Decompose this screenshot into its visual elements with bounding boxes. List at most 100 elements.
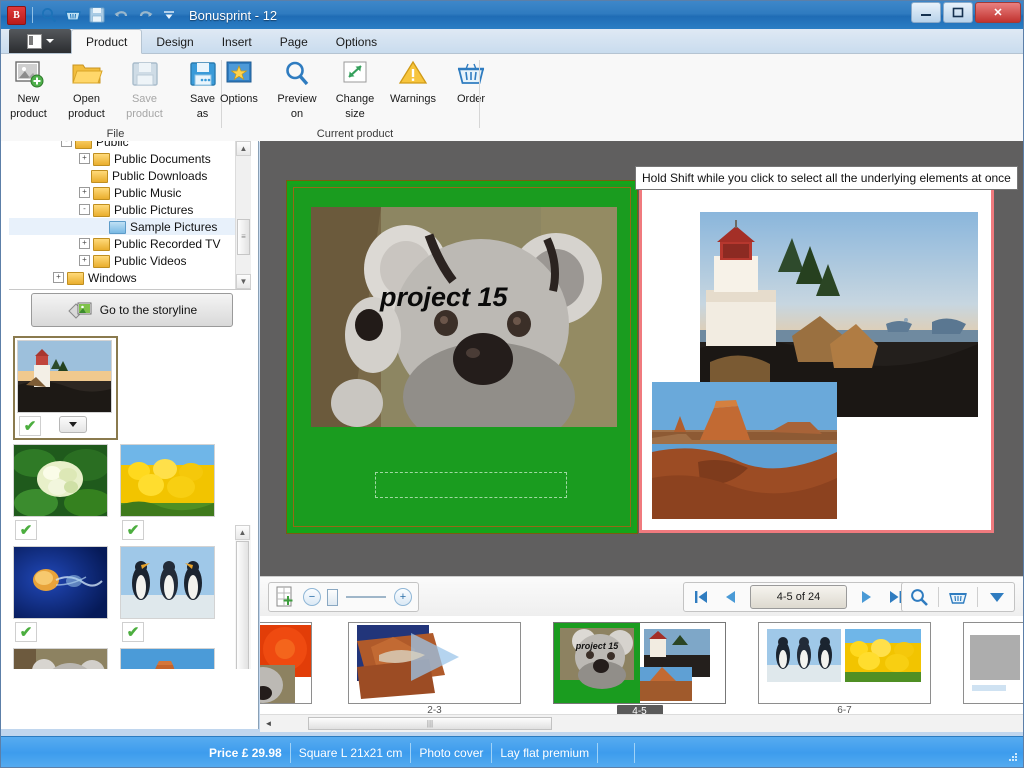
change-size-button[interactable]: Change size (326, 58, 384, 120)
strip-scroll-left-icon[interactable]: ◄ (262, 717, 275, 730)
tree-row-windows[interactable]: + Windows (9, 269, 236, 286)
photo-thumbnail-tulips[interactable]: ✔ (120, 444, 219, 542)
application-menu-button[interactable] (9, 29, 71, 53)
open-product-button[interactable]: Open product (58, 58, 116, 120)
search-icon[interactable] (39, 5, 59, 25)
page-strip-item-4-5[interactable]: project 15 4-5 (553, 622, 726, 714)
tree-expander[interactable]: + (53, 272, 64, 283)
tree-expander[interactable]: + (79, 153, 90, 164)
page-right[interactable] (639, 181, 994, 533)
tree-row-public[interactable]: - Public (9, 141, 236, 150)
options-button[interactable]: Options (210, 58, 268, 105)
page-indicator[interactable]: 4-5 of 24 (750, 585, 847, 609)
photo-thumbnail-jellyfish[interactable]: ✔ (13, 546, 112, 644)
scroll-up-icon[interactable]: ▲ (236, 141, 251, 156)
close-button[interactable]: ✕ (975, 2, 1021, 23)
page-thumbnail-strip[interactable]: 2-3 project 15 4-5 6-7 (260, 616, 1023, 714)
page-strip-item-partial-left[interactable] (260, 622, 312, 704)
page-layout-icon[interactable] (275, 586, 297, 608)
new-product-button[interactable]: New product (1, 58, 58, 120)
preview-button[interactable]: Preview on (268, 58, 326, 120)
canvas-zoom-out-button[interactable]: − (303, 588, 321, 606)
tree-row-public-videos[interactable]: + Public Videos (9, 252, 236, 269)
order-basket-icon[interactable] (947, 586, 969, 608)
canvas-photo-desert-mesa[interactable] (652, 382, 837, 519)
page-strip-scrollbar-thumb[interactable]: ||| (308, 717, 552, 730)
minimize-button[interactable] (911, 2, 941, 23)
grip-icon: ≡ (241, 232, 246, 241)
page-strip-item-2-3[interactable]: 2-3 (348, 622, 521, 714)
photo-thumbnail-desert[interactable] (120, 648, 219, 669)
photo-image (17, 340, 112, 413)
canvas-empty-text-frame[interactable] (375, 472, 567, 498)
photo-checkbox[interactable]: ✔ (122, 520, 144, 540)
photo-thumbnail-grid[interactable]: ✔ ✔ ✔ ✔ ✔ ▲ (9, 333, 251, 669)
next-page-button[interactable] (855, 586, 877, 608)
page-strip-item-partial-right[interactable] (963, 622, 1023, 704)
photo-grid-scrollbar-thumb[interactable]: ≡ (236, 541, 249, 669)
photo-image (120, 546, 215, 619)
tree-row-public-pictures[interactable]: - Public Pictures (9, 201, 236, 218)
tree-row-public-downloads[interactable]: Public Downloads (9, 167, 236, 184)
nav-divider (977, 587, 978, 607)
tree-expander[interactable]: - (79, 204, 90, 215)
canvas-zoom-in-button[interactable]: + (394, 588, 412, 606)
photo-thumbnail-koala[interactable]: ✔ (13, 648, 112, 669)
tree-expander[interactable]: - (61, 141, 72, 147)
save-icon[interactable] (87, 5, 107, 25)
first-page-button[interactable] (690, 586, 712, 608)
tree-row-public-documents[interactable]: + Public Documents (9, 150, 236, 167)
tree-expander[interactable]: + (79, 255, 90, 266)
open-product-label-line2: product (68, 108, 105, 120)
photo-checkbox[interactable]: ✔ (15, 622, 37, 642)
maximize-button[interactable] (943, 2, 973, 23)
folder-icon (93, 152, 110, 166)
tree-row-sample-pictures[interactable]: Sample Pictures (9, 218, 236, 235)
folder-tree[interactable]: - Public + Public Documents Public Downl… (9, 141, 251, 290)
page-canvas[interactable]: Hold Shift while you click to select all… (260, 141, 1023, 576)
canvas-photo-koala[interactable] (311, 207, 617, 427)
undo-icon[interactable] (111, 5, 131, 25)
tree-scrollbar-thumb[interactable]: ≡ (237, 219, 250, 255)
tab-insert[interactable]: Insert (208, 30, 266, 53)
scroll-down-icon[interactable]: ▼ (236, 274, 251, 289)
tree-row-public-recorded-tv[interactable]: + Public Recorded TV (9, 235, 236, 252)
photo-checkbox[interactable]: ✔ (15, 520, 37, 540)
page-strip-item-6-7[interactable]: 6-7 (758, 622, 931, 714)
app-logo-icon[interactable]: B (7, 5, 26, 25)
photo-thumbnail-penguins[interactable]: ✔ (120, 546, 219, 644)
warnings-button[interactable]: Warnings (384, 58, 442, 105)
tab-page[interactable]: Page (266, 30, 322, 53)
tab-options[interactable]: Options (322, 30, 391, 53)
basket-icon[interactable] (63, 5, 83, 25)
page-left[interactable]: project 15 (286, 180, 638, 534)
tree-expander[interactable]: + (79, 187, 90, 198)
previous-page-button[interactable] (720, 586, 742, 608)
photo-dropdown-button[interactable] (59, 416, 87, 433)
photo-thumbnail-hydrangeas[interactable]: ✔ (13, 444, 112, 542)
scroll-up-icon[interactable]: ▲ (235, 525, 250, 540)
order-button[interactable]: Order (442, 58, 500, 105)
tab-design[interactable]: Design (142, 30, 207, 53)
canvas-zoom-track[interactable] (346, 596, 386, 598)
customize-qat-icon[interactable] (159, 5, 179, 25)
resize-grip-icon[interactable] (1007, 751, 1019, 763)
tree-scrollbar[interactable]: ▲ ≡ ▼ (235, 141, 251, 289)
window-title: Bonusprint - 12 (189, 7, 278, 23)
photo-checkbox[interactable]: ✔ (122, 622, 144, 642)
photo-thumbnail-lighthouse[interactable]: ✔ (13, 336, 118, 440)
canvas-zoom-handle[interactable] (327, 588, 338, 606)
tree-row-public-music[interactable]: + Public Music (9, 184, 236, 201)
photo-checkbox[interactable]: ✔ (19, 416, 41, 436)
redo-icon[interactable] (135, 5, 155, 25)
page-strip-scrollbar[interactable]: ◄ ||| (260, 714, 1023, 732)
tab-product[interactable]: Product (71, 29, 143, 54)
preview-search-icon[interactable] (908, 586, 930, 608)
canvas-text-project[interactable]: project 15 (380, 282, 508, 313)
go-to-storyline-button[interactable]: Go to the storyline (31, 293, 233, 327)
new-product-label-line2: product (10, 108, 47, 120)
more-options-icon[interactable] (986, 586, 1008, 608)
photo-grid-scrollbar[interactable]: ▲ ≡ ▼ (235, 525, 251, 669)
tree-expander[interactable]: + (79, 238, 90, 249)
ribbon-tab-strip: Product Design Insert Page Options ? (1, 29, 1023, 75)
